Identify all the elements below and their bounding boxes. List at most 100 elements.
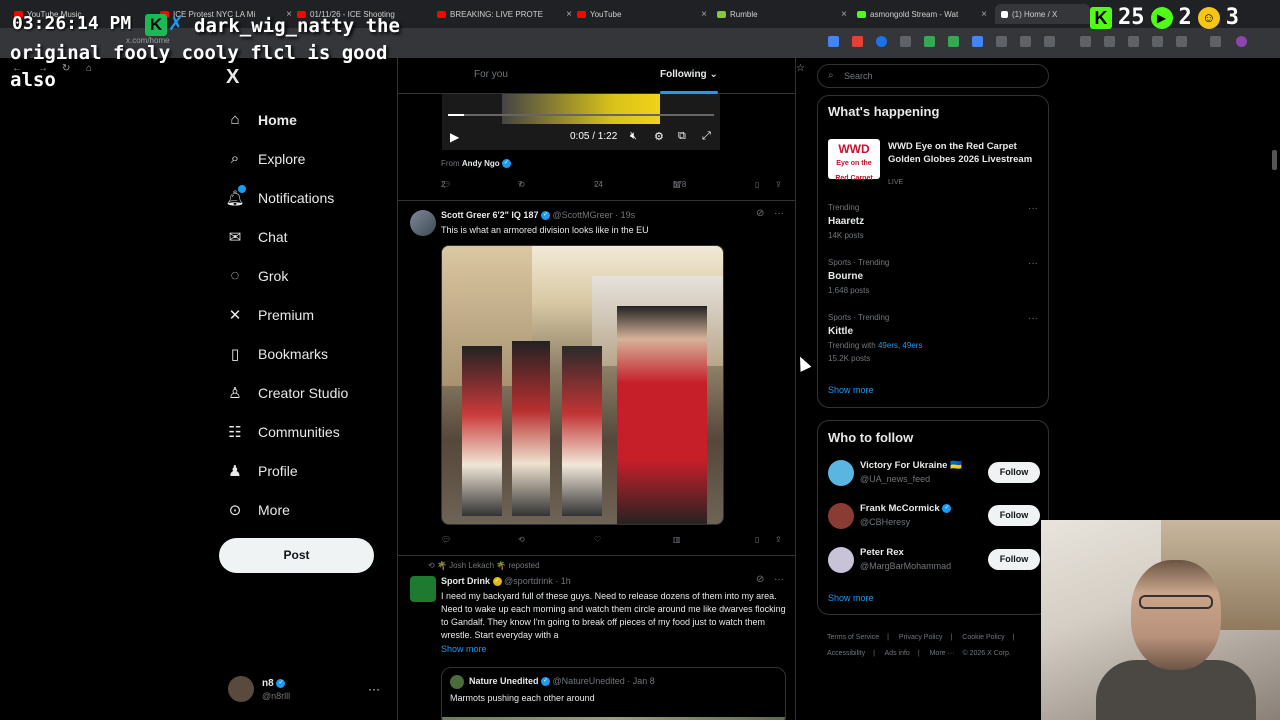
search-input[interactable]: ⌕ Search bbox=[817, 64, 1049, 88]
footer-link[interactable]: Ads info bbox=[885, 650, 910, 657]
sidebar-item-profile[interactable]: ♟ Profile bbox=[222, 451, 392, 490]
bookmark-icon[interactable]: ▯ bbox=[755, 180, 759, 189]
repost-context-text[interactable]: 🌴 Josh Lekach 🌴 reposted bbox=[437, 561, 540, 570]
bookmark-star-icon[interactable]: ☆ bbox=[796, 63, 805, 74]
picture-in-picture-icon[interactable]: ⧉ bbox=[678, 130, 686, 143]
close-tab-icon[interactable]: × bbox=[701, 9, 707, 20]
heart-icon[interactable]: ♡ bbox=[594, 535, 601, 544]
footer-link[interactable]: Terms of Service bbox=[827, 634, 879, 641]
extension-icon[interactable] bbox=[1176, 36, 1187, 47]
follow-button[interactable]: Follow bbox=[988, 462, 1040, 483]
extension-icon[interactable] bbox=[1080, 36, 1091, 47]
footer-link[interactable]: Accessibility bbox=[827, 650, 865, 657]
browser-tab[interactable]: Rumble × bbox=[717, 4, 847, 24]
follow-button[interactable]: Follow bbox=[988, 549, 1040, 570]
bookmark-icon[interactable]: ▯ bbox=[755, 535, 759, 544]
quoted-tweet[interactable]: Nature Unedited ✓ @NatureUnedited · Jan … bbox=[441, 667, 786, 720]
show-more-link[interactable]: Show more bbox=[828, 593, 874, 603]
fullscreen-icon[interactable]: ⤢ bbox=[702, 130, 711, 143]
sidebar-item-grok[interactable]: ◌ Grok bbox=[222, 256, 392, 295]
tweet-time[interactable]: · 1h bbox=[555, 576, 571, 586]
account-switcher[interactable]: n8 ✓ @n8rlll ··· bbox=[228, 676, 388, 706]
share-icon[interactable]: ⇪ bbox=[775, 535, 782, 544]
video-progress-track[interactable] bbox=[448, 114, 714, 116]
views-chart-icon[interactable]: ▥ bbox=[673, 535, 681, 544]
menu-icon[interactable] bbox=[1210, 36, 1221, 47]
trend-name[interactable]: Haaretz bbox=[828, 216, 864, 227]
browser-tab[interactable]: YouTube × bbox=[577, 4, 707, 24]
tab-for-you[interactable]: For you bbox=[474, 69, 508, 80]
author-handle[interactable]: @ScottMGreer bbox=[552, 210, 612, 220]
follow-suggestion[interactable]: Peter Rex @MargBarMohammad Follow bbox=[828, 545, 1040, 577]
repost-icon[interactable]: ⟲ bbox=[518, 535, 525, 544]
sidebar-item-home[interactable]: ⌂ Home bbox=[222, 100, 392, 139]
play-icon[interactable]: ▶ bbox=[450, 130, 459, 144]
mute-icon[interactable]: 🔇︎ bbox=[630, 130, 637, 143]
avatar[interactable] bbox=[410, 210, 436, 236]
show-more-link[interactable]: Show more bbox=[828, 385, 874, 395]
trend-name[interactable]: Kittle bbox=[828, 326, 853, 337]
extension-icon[interactable] bbox=[876, 36, 887, 47]
trend-name[interactable]: Bourne bbox=[828, 271, 863, 282]
more-dots-icon[interactable]: ··· bbox=[368, 682, 380, 696]
author-handle[interactable]: @sportdrink bbox=[504, 576, 553, 586]
sidebar-item-explore[interactable]: ⌕ Explore bbox=[222, 139, 392, 178]
avatar[interactable] bbox=[410, 576, 436, 602]
sidebar-item-premium[interactable]: ✕ Premium bbox=[222, 295, 392, 334]
sidebar-item-communities[interactable]: ☷ Communities bbox=[222, 412, 392, 451]
grok-icon[interactable]: ⊘ bbox=[756, 574, 764, 585]
author-name[interactable]: Scott Greer 6'2" IQ 187 bbox=[441, 210, 538, 220]
extension-icon[interactable] bbox=[1152, 36, 1163, 47]
extension-icon[interactable] bbox=[828, 36, 839, 47]
video-player[interactable]: ▶ 0:05 / 1:22 🔇︎ ⚙ ⧉ ⤢ bbox=[442, 94, 720, 150]
extension-icon[interactable] bbox=[900, 36, 911, 47]
sidebar-item-more[interactable]: ⊙ More bbox=[222, 490, 392, 529]
show-more-link[interactable]: Show more bbox=[441, 644, 487, 654]
grok-icon[interactable]: ⊘ bbox=[756, 208, 764, 219]
follow-suggestion[interactable]: Frank McCormick ✓ @CBHeresy Follow bbox=[828, 501, 1040, 533]
from-name[interactable]: Andy Ngo bbox=[462, 159, 500, 168]
extension-icon[interactable] bbox=[924, 36, 935, 47]
wwd-logo[interactable]: WWD Eye on the Red Carpet bbox=[828, 139, 880, 182]
post-button[interactable]: Post bbox=[219, 538, 374, 573]
follow-suggestion[interactable]: Victory For Ukraine 🇺🇦 @UA_news_feed Fol… bbox=[828, 458, 1040, 490]
more-dots-icon[interactable]: ··· bbox=[1028, 313, 1038, 324]
extension-icon[interactable] bbox=[852, 36, 863, 47]
sidebar-item-chat[interactable]: ✉ Chat bbox=[222, 217, 392, 256]
more-dots-icon[interactable]: ··· bbox=[774, 574, 784, 585]
reply-icon[interactable]: 💬︎ bbox=[441, 535, 451, 544]
follow-button[interactable]: Follow bbox=[988, 505, 1040, 526]
author-name[interactable]: Sport Drink bbox=[441, 576, 490, 586]
sidebar-item-notifications[interactable]: 🔔︎ Notifications bbox=[222, 178, 392, 217]
x-logo-icon[interactable]: X bbox=[226, 66, 239, 89]
tweet-image[interactable] bbox=[441, 245, 724, 525]
tweet-time[interactable]: · 19s bbox=[615, 210, 635, 220]
extension-icon[interactable] bbox=[1128, 36, 1139, 47]
more-dots-icon[interactable]: ··· bbox=[1028, 258, 1038, 269]
close-tab-icon[interactable]: × bbox=[981, 9, 987, 20]
trend-related-tags[interactable]: 49ers, 49ers bbox=[878, 341, 922, 350]
extension-icon[interactable] bbox=[948, 36, 959, 47]
profile-avatar-icon[interactable] bbox=[1236, 36, 1247, 47]
extension-icon[interactable] bbox=[972, 36, 983, 47]
browser-tab-active[interactable]: (1) Home / X bbox=[995, 4, 1090, 24]
tab-following[interactable]: Following ⌄ bbox=[660, 69, 718, 80]
extension-icon[interactable] bbox=[996, 36, 1007, 47]
footer-link[interactable]: Cookie Policy bbox=[962, 634, 1004, 641]
more-dots-icon[interactable]: ··· bbox=[1028, 203, 1038, 214]
close-tab-icon[interactable]: × bbox=[566, 9, 572, 20]
extension-icon[interactable] bbox=[1104, 36, 1115, 47]
sidebar-item-creator-studio[interactable]: ♙ Creator Studio bbox=[222, 373, 392, 412]
sidebar-item-bookmarks[interactable]: ▯ Bookmarks bbox=[222, 334, 392, 373]
footer-link[interactable]: More ··· bbox=[930, 650, 955, 657]
close-tab-icon[interactable]: × bbox=[841, 9, 847, 20]
browser-tab[interactable]: asmongold Stream - Wat × bbox=[857, 4, 987, 24]
extension-icon[interactable] bbox=[1044, 36, 1055, 47]
more-dots-icon[interactable]: ··· bbox=[774, 208, 784, 219]
footer-link[interactable]: Privacy Policy bbox=[899, 634, 943, 641]
settings-gear-icon[interactable]: ⚙ bbox=[654, 130, 664, 143]
share-icon[interactable]: ⇪ bbox=[775, 180, 782, 189]
extension-icon[interactable] bbox=[1020, 36, 1031, 47]
browser-tab[interactable]: BREAKING: LIVE PROTE × bbox=[437, 4, 572, 24]
scrollbar-thumb[interactable] bbox=[1272, 150, 1277, 170]
